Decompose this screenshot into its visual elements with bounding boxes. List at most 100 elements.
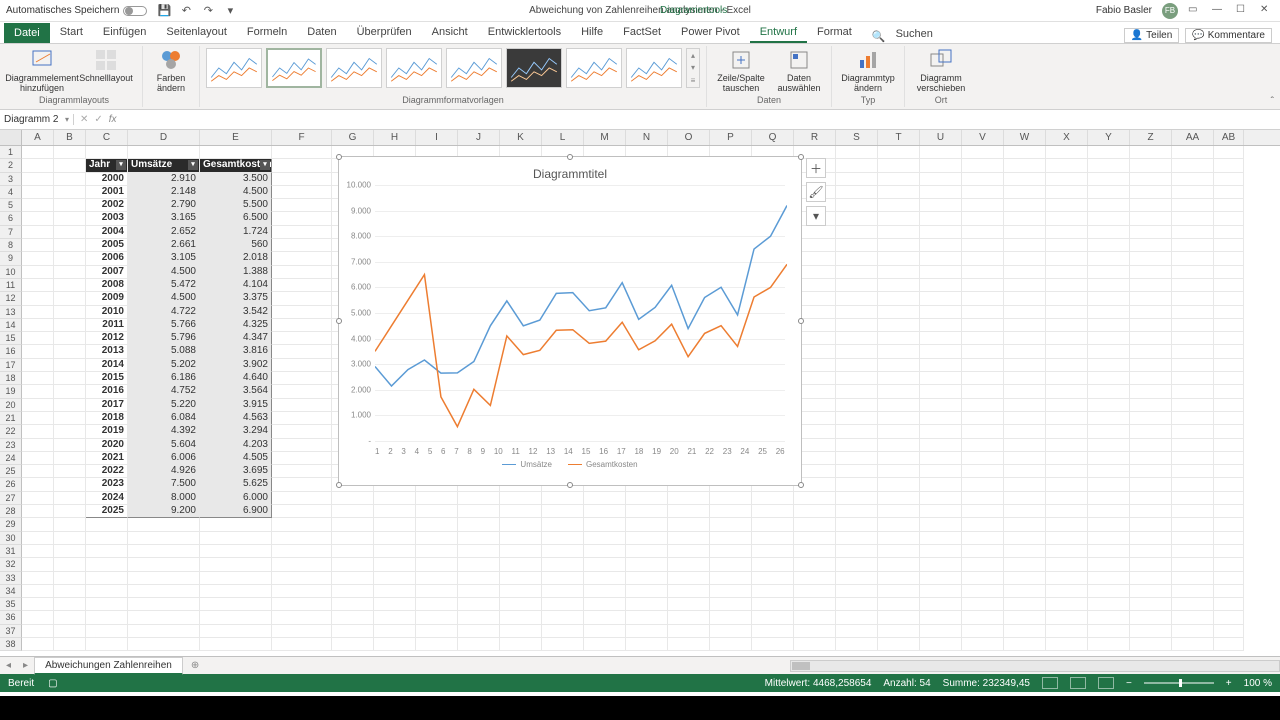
table-cell[interactable]: 8.000 [128, 492, 200, 505]
switch-row-col-button[interactable]: Zeile/Spalte tauschen [713, 48, 769, 94]
row-header-5[interactable]: 5 [0, 199, 22, 212]
table-cell[interactable]: 3.165 [128, 212, 200, 225]
col-header-L[interactable]: L [542, 130, 584, 145]
table-cell[interactable]: 3.500 [200, 173, 272, 186]
table-cell[interactable]: 2018 [86, 412, 128, 425]
table-header[interactable]: Umsätze▾ [128, 159, 200, 172]
row-header-28[interactable]: 28 [0, 505, 22, 518]
col-header-S[interactable]: S [836, 130, 878, 145]
row-header-34[interactable]: 34 [0, 585, 22, 598]
maximize-icon[interactable]: ☐ [1236, 4, 1250, 18]
view-page-break-icon[interactable] [1098, 677, 1114, 689]
table-cell[interactable]: 4.500 [128, 292, 200, 305]
user-name[interactable]: Fabio Basler [1096, 5, 1152, 16]
row-header-26[interactable]: 26 [0, 478, 22, 491]
chart-style-1[interactable] [206, 48, 262, 88]
tab-power pivot[interactable]: Power Pivot [671, 23, 750, 43]
table-cell[interactable]: 2007 [86, 266, 128, 279]
table-cell[interactable]: 4.722 [128, 306, 200, 319]
col-header-Q[interactable]: Q [752, 130, 794, 145]
sheet-tab[interactable]: Abweichungen Zahlenreihen [34, 657, 183, 675]
table-cell[interactable]: 2006 [86, 252, 128, 265]
view-normal-icon[interactable] [1042, 677, 1058, 689]
row-header-38[interactable]: 38 [0, 638, 22, 651]
chart-style-7[interactable] [566, 48, 622, 88]
row-header-3[interactable]: 3 [0, 173, 22, 186]
row-header-10[interactable]: 10 [0, 266, 22, 279]
horizontal-scrollbar[interactable] [790, 660, 1280, 672]
quick-layout-button[interactable]: Schnelllayout [76, 48, 136, 84]
col-header-J[interactable]: J [458, 130, 500, 145]
table-cell[interactable]: 4.347 [200, 332, 272, 345]
row-header-1[interactable]: 1 [0, 146, 22, 159]
table-cell[interactable]: 2003 [86, 212, 128, 225]
select-all-corner[interactable] [0, 130, 22, 145]
table-cell[interactable]: 2017 [86, 399, 128, 412]
worksheet-grid[interactable]: 12Jahr▾Umsätze▾Gesamtkosten▾320002.9103.… [0, 146, 1280, 656]
chart-style-2[interactable] [266, 48, 322, 88]
table-cell[interactable]: 2013 [86, 345, 128, 358]
table-cell[interactable]: 2014 [86, 359, 128, 372]
row-header-4[interactable]: 4 [0, 186, 22, 199]
table-cell[interactable]: 4.752 [128, 385, 200, 398]
sheet-nav-next[interactable]: ▸ [17, 660, 34, 671]
row-header-18[interactable]: 18 [0, 372, 22, 385]
table-cell[interactable]: 2016 [86, 385, 128, 398]
table-cell[interactable]: 3.915 [200, 399, 272, 412]
table-cell[interactable]: 2001 [86, 186, 128, 199]
chart-style-6[interactable] [506, 48, 562, 88]
share-button[interactable]: 👤Teilen [1124, 28, 1180, 43]
tab-entwicklertools[interactable]: Entwicklertools [478, 23, 571, 43]
col-header-A[interactable]: A [22, 130, 54, 145]
formula-input[interactable] [123, 110, 1280, 129]
autosave[interactable]: Automatisches Speichern [6, 5, 147, 16]
row-header-25[interactable]: 25 [0, 465, 22, 478]
accept-formula-icon[interactable]: ✓ [94, 114, 102, 125]
table-cell[interactable]: 2025 [86, 505, 128, 518]
table-cell[interactable]: 4.640 [200, 372, 272, 385]
col-header-Y[interactable]: Y [1088, 130, 1130, 145]
table-cell[interactable]: 3.542 [200, 306, 272, 319]
tab-file[interactable]: Datei [4, 23, 50, 43]
table-cell[interactable]: 2010 [86, 306, 128, 319]
tab-hilfe[interactable]: Hilfe [571, 23, 613, 43]
tab-format[interactable]: Format [807, 23, 862, 43]
table-cell[interactable]: 4.203 [200, 439, 272, 452]
zoom-level[interactable]: 100 % [1244, 678, 1272, 689]
tell-me-search[interactable]: Suchen [886, 25, 943, 43]
chart-style-3[interactable] [326, 48, 382, 88]
table-cell[interactable]: 2023 [86, 478, 128, 491]
undo-icon[interactable]: ↶ [179, 4, 193, 18]
redo-icon[interactable]: ↷ [201, 4, 215, 18]
col-header-E[interactable]: E [200, 130, 272, 145]
add-sheet-button[interactable]: ⊕ [183, 660, 207, 671]
table-cell[interactable]: 3.695 [200, 465, 272, 478]
tab-daten[interactable]: Daten [297, 23, 346, 43]
table-cell[interactable]: 6.500 [200, 212, 272, 225]
col-header-V[interactable]: V [962, 130, 1004, 145]
col-header-Z[interactable]: Z [1130, 130, 1172, 145]
table-cell[interactable]: 2005 [86, 239, 128, 252]
zoom-slider[interactable] [1144, 682, 1214, 684]
table-cell[interactable]: 6.006 [128, 452, 200, 465]
row-header-24[interactable]: 24 [0, 452, 22, 465]
add-chart-element-button[interactable]: Diagrammelement hinzufügen [12, 48, 72, 94]
name-box[interactable]: Diagramm 2▾ [0, 114, 74, 125]
table-cell[interactable]: 3.105 [128, 252, 200, 265]
row-header-16[interactable]: 16 [0, 345, 22, 358]
table-cell[interactable]: 5.604 [128, 439, 200, 452]
row-header-13[interactable]: 13 [0, 306, 22, 319]
table-cell[interactable]: 2002 [86, 199, 128, 212]
tab-überprüfen[interactable]: Überprüfen [347, 23, 422, 43]
table-cell[interactable]: 2.790 [128, 199, 200, 212]
chart-plot-area[interactable]: -1.0002.0003.0004.0005.0006.0007.0008.00… [375, 185, 785, 441]
table-cell[interactable]: 2022 [86, 465, 128, 478]
table-cell[interactable]: 2012 [86, 332, 128, 345]
zoom-in-button[interactable]: + [1226, 678, 1232, 689]
fx-icon[interactable]: fx [109, 114, 117, 125]
record-macro-icon[interactable]: ▢ [48, 678, 57, 689]
minimize-icon[interactable]: — [1212, 4, 1226, 18]
chart-style-8[interactable] [626, 48, 682, 88]
table-cell[interactable]: 5.220 [128, 399, 200, 412]
col-header-M[interactable]: M [584, 130, 626, 145]
